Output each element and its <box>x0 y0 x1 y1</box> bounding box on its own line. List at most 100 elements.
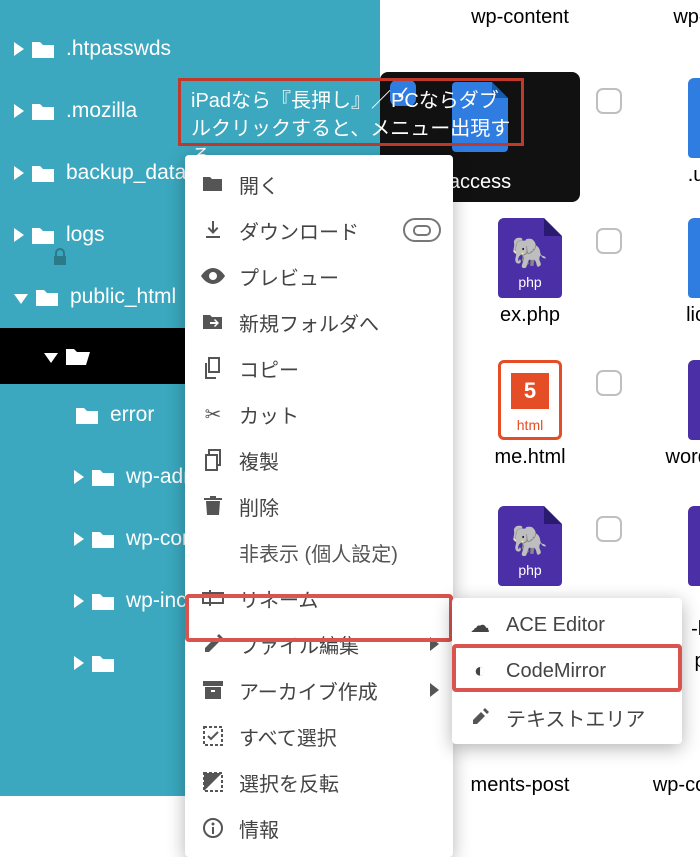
file-name: -h <box>680 618 700 641</box>
file-cell[interactable]: wp-content <box>440 0 600 29</box>
expand-icon <box>74 656 84 670</box>
download-icon <box>199 220 227 240</box>
tree-label: .htpasswds <box>66 37 171 61</box>
submenu-label: ACE Editor <box>506 614 605 637</box>
menu-select-all[interactable]: すべて選択 <box>185 713 453 759</box>
file-cell[interactable]: ments-post <box>440 768 600 797</box>
eye-icon <box>199 268 227 284</box>
menu-info[interactable]: 情報 <box>185 805 453 851</box>
submenu-codemirror[interactable]: ◐ CodeMirror <box>452 648 682 694</box>
menu-delete[interactable]: 削除 <box>185 483 453 529</box>
file-cell[interactable]: txt license. <box>640 218 700 327</box>
trash-icon <box>199 496 227 516</box>
folder-icon <box>30 224 56 246</box>
file-name: p <box>690 650 700 673</box>
submenu-ace-editor[interactable]: ☁ ACE Editor <box>452 602 682 648</box>
menu-label: 情報 <box>239 814 279 843</box>
file-edit-submenu: ☁ ACE Editor ◐ CodeMirror テキストエリア <box>452 598 682 744</box>
invert-selection-icon <box>199 772 227 792</box>
tree-label: logs <box>66 223 105 247</box>
folder-icon <box>90 590 116 612</box>
menu-label: 選択を反転 <box>239 768 339 797</box>
checkbox[interactable] <box>596 88 622 114</box>
file-name: wordfence-v <box>640 446 700 469</box>
scissors-icon: ✂ <box>199 402 227 427</box>
pencil-icon <box>466 708 494 726</box>
menu-label: 削除 <box>239 492 279 521</box>
menu-label: 複製 <box>239 446 279 475</box>
menu-open[interactable]: 開く <box>185 161 453 207</box>
pencil-icon <box>199 634 227 654</box>
link-icon[interactable] <box>403 218 441 242</box>
submenu-textarea[interactable]: テキストエリア <box>452 694 682 740</box>
duplicate-icon <box>199 449 227 471</box>
menu-label: 新規フォルダへ <box>239 308 379 337</box>
file-name: ments-post <box>440 774 600 797</box>
menu-label: リネーム <box>239 584 318 613</box>
file-cell[interactable]: 🐘php <box>640 506 700 586</box>
menu-rename[interactable]: リネーム <box>185 575 453 621</box>
menu-label: 開く <box>239 170 279 199</box>
file-cell[interactable]: wp-inclu <box>630 0 700 29</box>
menu-duplicate[interactable]: 複製 <box>185 437 453 483</box>
file-cell[interactable]: txt .user.in <box>640 78 700 187</box>
menu-file-edit[interactable]: ファイル編集 <box>185 621 453 667</box>
folder-icon <box>34 286 60 308</box>
folder-icon <box>90 528 116 550</box>
expand-icon <box>14 42 24 56</box>
file-cell[interactable]: p <box>690 644 700 673</box>
menu-archive[interactable]: アーカイブ作成 <box>185 667 453 713</box>
txt-file-icon: txt <box>688 218 700 298</box>
folder-icon <box>30 162 56 184</box>
tree-item-htpasswds[interactable]: .htpasswds <box>0 18 380 80</box>
menu-download[interactable]: ダウンロード <box>185 207 453 253</box>
file-name: me.html <box>450 446 610 469</box>
checkbox[interactable] <box>596 228 622 254</box>
checkbox[interactable] <box>596 516 622 542</box>
folder-icon <box>30 100 56 122</box>
folder-open-icon <box>199 175 227 193</box>
file-cell[interactable]: wp-config-s <box>624 768 700 797</box>
expand-icon <box>14 104 24 118</box>
codemirror-icon: ◐ <box>466 660 494 683</box>
txt-file-icon: txt <box>688 78 700 158</box>
file-name: .user.in <box>640 164 700 187</box>
menu-label: アーカイブ作成 <box>239 676 378 705</box>
file-name: wp-inclu <box>630 6 700 29</box>
menu-cut[interactable]: ✂ カット <box>185 391 453 437</box>
select-all-icon <box>199 726 227 746</box>
menu-preview[interactable]: プレビュー <box>185 253 453 299</box>
menu-label: ダウンロード <box>239 216 359 245</box>
collapse-icon <box>44 353 58 363</box>
file-cell[interactable]: 🐘php ex.php <box>450 218 610 327</box>
php-file-icon: 🐘php <box>498 218 562 298</box>
file-name: license. <box>640 304 700 327</box>
expand-icon <box>14 166 24 180</box>
checkbox[interactable] <box>596 370 622 396</box>
menu-hide[interactable]: 非表示 (個人設定) <box>185 529 453 575</box>
folder-icon <box>74 404 100 426</box>
rename-icon <box>199 590 227 606</box>
expand-icon <box>74 594 84 608</box>
file-name: wp-config-s <box>624 774 700 797</box>
file-cell[interactable]: -h <box>680 612 700 641</box>
folder-icon <box>90 652 116 674</box>
menu-label: すべて選択 <box>239 722 337 751</box>
submenu-label: テキストエリア <box>506 703 645 732</box>
menu-invert-selection[interactable]: 選択を反転 <box>185 759 453 805</box>
folder-icon <box>30 38 56 60</box>
archive-icon <box>199 681 227 699</box>
menu-to-new-folder[interactable]: 新規フォルダへ <box>185 299 453 345</box>
php-file-icon: 🐘php <box>688 360 700 440</box>
copy-icon <box>199 357 227 379</box>
php-file-icon: 🐘php <box>498 506 562 586</box>
info-icon <box>199 818 227 838</box>
menu-label: 非表示 (個人設定) <box>239 538 398 567</box>
file-cell[interactable]: 5html me.html <box>450 360 610 469</box>
tree-label: .mozilla <box>66 99 137 123</box>
file-cell[interactable]: 🐘php wordfence-v <box>640 360 700 469</box>
menu-copy[interactable]: コピー <box>185 345 453 391</box>
tree-label: backup_data <box>66 161 186 185</box>
expand-icon <box>74 470 84 484</box>
file-cell[interactable]: 🐘php <box>450 506 610 586</box>
